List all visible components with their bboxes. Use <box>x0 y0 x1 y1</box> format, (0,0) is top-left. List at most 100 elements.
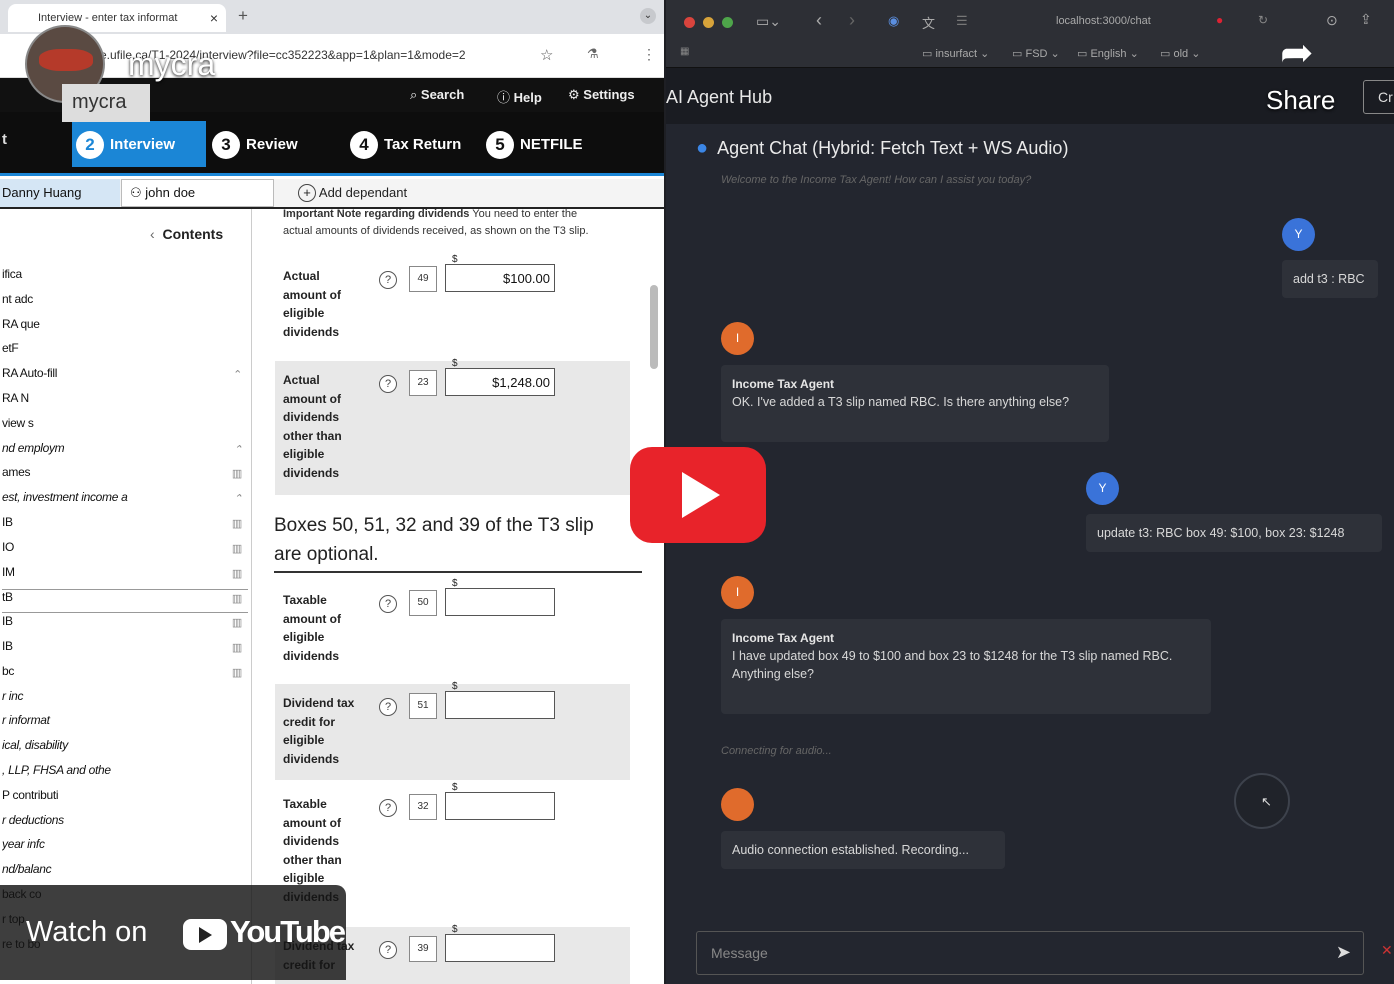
step-interview[interactable]: 2 Interview <box>72 121 206 167</box>
sidebar-item[interactable]: RA Auto-fill ⌃ <box>2 366 248 390</box>
bookmark-star-icon[interactable]: ☆ <box>540 46 553 64</box>
password-icon[interactable]: ◉ <box>888 13 899 29</box>
amount-input[interactable]: $1,248.00 <box>445 368 555 396</box>
contents-header[interactable]: ‹ Contents <box>150 226 223 242</box>
bookmark-old[interactable]: ▭ old ⌄ <box>1160 47 1200 60</box>
share-button[interactable]: ➦ Share <box>1262 28 1342 123</box>
sidebar-item[interactable]: RA que <box>2 317 248 341</box>
amount-input[interactable] <box>445 792 555 820</box>
sidebar-item[interactable]: nd/balanc <box>2 862 248 886</box>
sidebar-item[interactable]: IM ▥ <box>2 565 248 589</box>
sidebar-item[interactable]: IB ▥ <box>2 639 248 663</box>
collapse-icon[interactable]: ⌃ <box>233 443 242 456</box>
sidebar-item[interactable]: nd employm ⌃ <box>2 441 248 465</box>
sidebar-item[interactable]: r inc <box>2 689 248 713</box>
search-button[interactable]: ⌕ Search <box>410 87 464 103</box>
address-field[interactable]: localhost:3000/chat <box>1056 15 1151 27</box>
sidebar-item[interactable]: IB ▥ <box>2 515 248 539</box>
youtube-play-button[interactable] <box>630 447 766 543</box>
step-netfile[interactable]: 5 NETFILE <box>486 121 583 167</box>
help-button[interactable]: ⓘ Help <box>497 87 542 106</box>
trash-icon[interactable]: ▥ <box>232 467 242 480</box>
send-icon[interactable]: ➤ <box>1336 942 1351 963</box>
sidebar-item[interactable]: bc ▥ <box>2 664 248 688</box>
bookmark-fsd[interactable]: ▭ FSD ⌄ <box>1012 47 1060 60</box>
sidebar-item[interactable]: nt adc <box>2 292 248 316</box>
tab-close-icon[interactable]: × <box>210 10 218 26</box>
browser-tab[interactable]: Interview - enter tax informat × <box>8 4 226 32</box>
tab-menu-chevron-icon[interactable]: ⌄ <box>640 8 656 24</box>
watch-on-youtube-button[interactable]: Watch on YouTube <box>0 885 346 980</box>
step-review[interactable]: 3 Review <box>212 121 298 167</box>
help-circle-icon[interactable]: ? <box>379 271 397 289</box>
sidebar-item[interactable]: ames ▥ <box>2 465 248 489</box>
help-circle-icon[interactable]: ? <box>379 698 397 716</box>
audio-record-button[interactable]: ↖ <box>1234 773 1290 829</box>
sidebar-item[interactable]: ical, disability <box>2 738 248 762</box>
user-message: add t3 : RBC <box>1282 260 1378 298</box>
sidebar-item[interactable]: RA N <box>2 391 248 415</box>
mic-icon[interactable]: ● <box>1216 13 1223 27</box>
dividend-note: Important Note regarding dividends You n… <box>283 209 589 237</box>
help-circle-icon[interactable]: ? <box>379 799 397 817</box>
collapse-icon[interactable]: ⌃ <box>233 492 242 505</box>
lab-icon[interactable]: ⚗ <box>587 46 599 62</box>
reader-icon[interactable]: ☰ <box>956 13 968 29</box>
form-scrollbar[interactable] <box>650 285 658 369</box>
trash-icon[interactable]: ▥ <box>232 517 242 530</box>
sidebar-item[interactable]: tB ▥ <box>2 589 248 614</box>
sidebar-item[interactable]: view s <box>2 416 248 440</box>
trash-icon[interactable]: ▥ <box>232 542 242 555</box>
settings-button[interactable]: ⚙ Settings <box>568 87 635 103</box>
reload-icon[interactable]: ↻ <box>1258 13 1268 27</box>
person-tab-primary[interactable]: Danny Huang <box>0 179 120 207</box>
zoom-window-dot[interactable] <box>722 17 733 28</box>
trash-icon[interactable]: ▥ <box>232 641 242 654</box>
sidebar-item[interactable]: r informat <box>2 713 248 737</box>
help-circle-icon[interactable]: ? <box>379 595 397 613</box>
translate-icon[interactable]: 文 <box>922 13 935 32</box>
back-arrow-icon[interactable]: ‹ <box>816 10 822 31</box>
amount-input[interactable] <box>445 934 555 962</box>
help-circle-icon[interactable]: ? <box>379 941 397 959</box>
sidebar-item[interactable]: ifica <box>2 267 248 291</box>
sidebar-item[interactable]: etF <box>2 341 248 365</box>
add-dependant-button[interactable]: + Add dependant <box>298 184 407 202</box>
trash-icon[interactable]: ▥ <box>232 592 242 605</box>
forward-arrow-icon[interactable]: › <box>849 10 855 31</box>
person-tab-secondary[interactable]: ⚇ john doe <box>121 179 274 207</box>
sidebar-toggle-icon[interactable]: ▭⌄ <box>756 13 781 30</box>
mic-off-icon[interactable]: ✕ <box>1381 942 1393 959</box>
channel-name[interactable]: mycra <box>128 46 215 83</box>
sidebar-item[interactable]: year infc <box>2 837 248 861</box>
trash-icon[interactable]: ▥ <box>232 567 242 580</box>
sidebar-item[interactable]: est, investment income a ⌃ <box>2 490 248 514</box>
step-tax-return[interactable]: 4 Tax Return <box>350 121 461 167</box>
folder-icon: ▭ <box>1077 48 1088 60</box>
amount-input[interactable] <box>445 588 555 616</box>
amount-input[interactable]: $100.00 <box>445 264 555 292</box>
download-icon[interactable]: ⊙ <box>1326 12 1338 29</box>
sidebar-item[interactable]: P contributi <box>2 788 248 812</box>
close-window-dot[interactable] <box>684 17 695 28</box>
minimize-window-dot[interactable] <box>703 17 714 28</box>
sidebar-item[interactable]: IB ▥ <box>2 614 248 638</box>
sidebar-item[interactable]: IO ▥ <box>2 540 248 564</box>
amount-input[interactable] <box>445 691 555 719</box>
sidebar-item[interactable]: r deductions <box>2 813 248 837</box>
bookmark-english[interactable]: ▭ English ⌄ <box>1077 47 1139 60</box>
help-circle-icon[interactable]: ? <box>379 375 397 393</box>
trash-icon[interactable]: ▥ <box>232 616 242 629</box>
collapse-icon[interactable]: ⌃ <box>233 368 242 381</box>
sidebar-item[interactable]: , LLP, FHSA and othe <box>2 763 248 787</box>
message-input[interactable]: Message ➤ <box>696 931 1364 975</box>
step-fragment[interactable]: t <box>2 121 7 167</box>
tab-overview-icon[interactable]: ▦ <box>680 46 689 57</box>
new-tab-button[interactable]: + <box>238 6 248 26</box>
trash-icon[interactable]: ▥ <box>232 666 242 679</box>
field-label: Dividend tax credit for eligible dividen… <box>283 696 355 766</box>
hub-action-button[interactable]: Cr <box>1363 80 1394 114</box>
bookmark-insurfact[interactable]: ▭ insurfact ⌄ <box>922 47 989 60</box>
share-page-icon[interactable]: ⇪ <box>1360 11 1372 28</box>
browser-menu-icon[interactable]: ⋮ <box>642 46 656 63</box>
